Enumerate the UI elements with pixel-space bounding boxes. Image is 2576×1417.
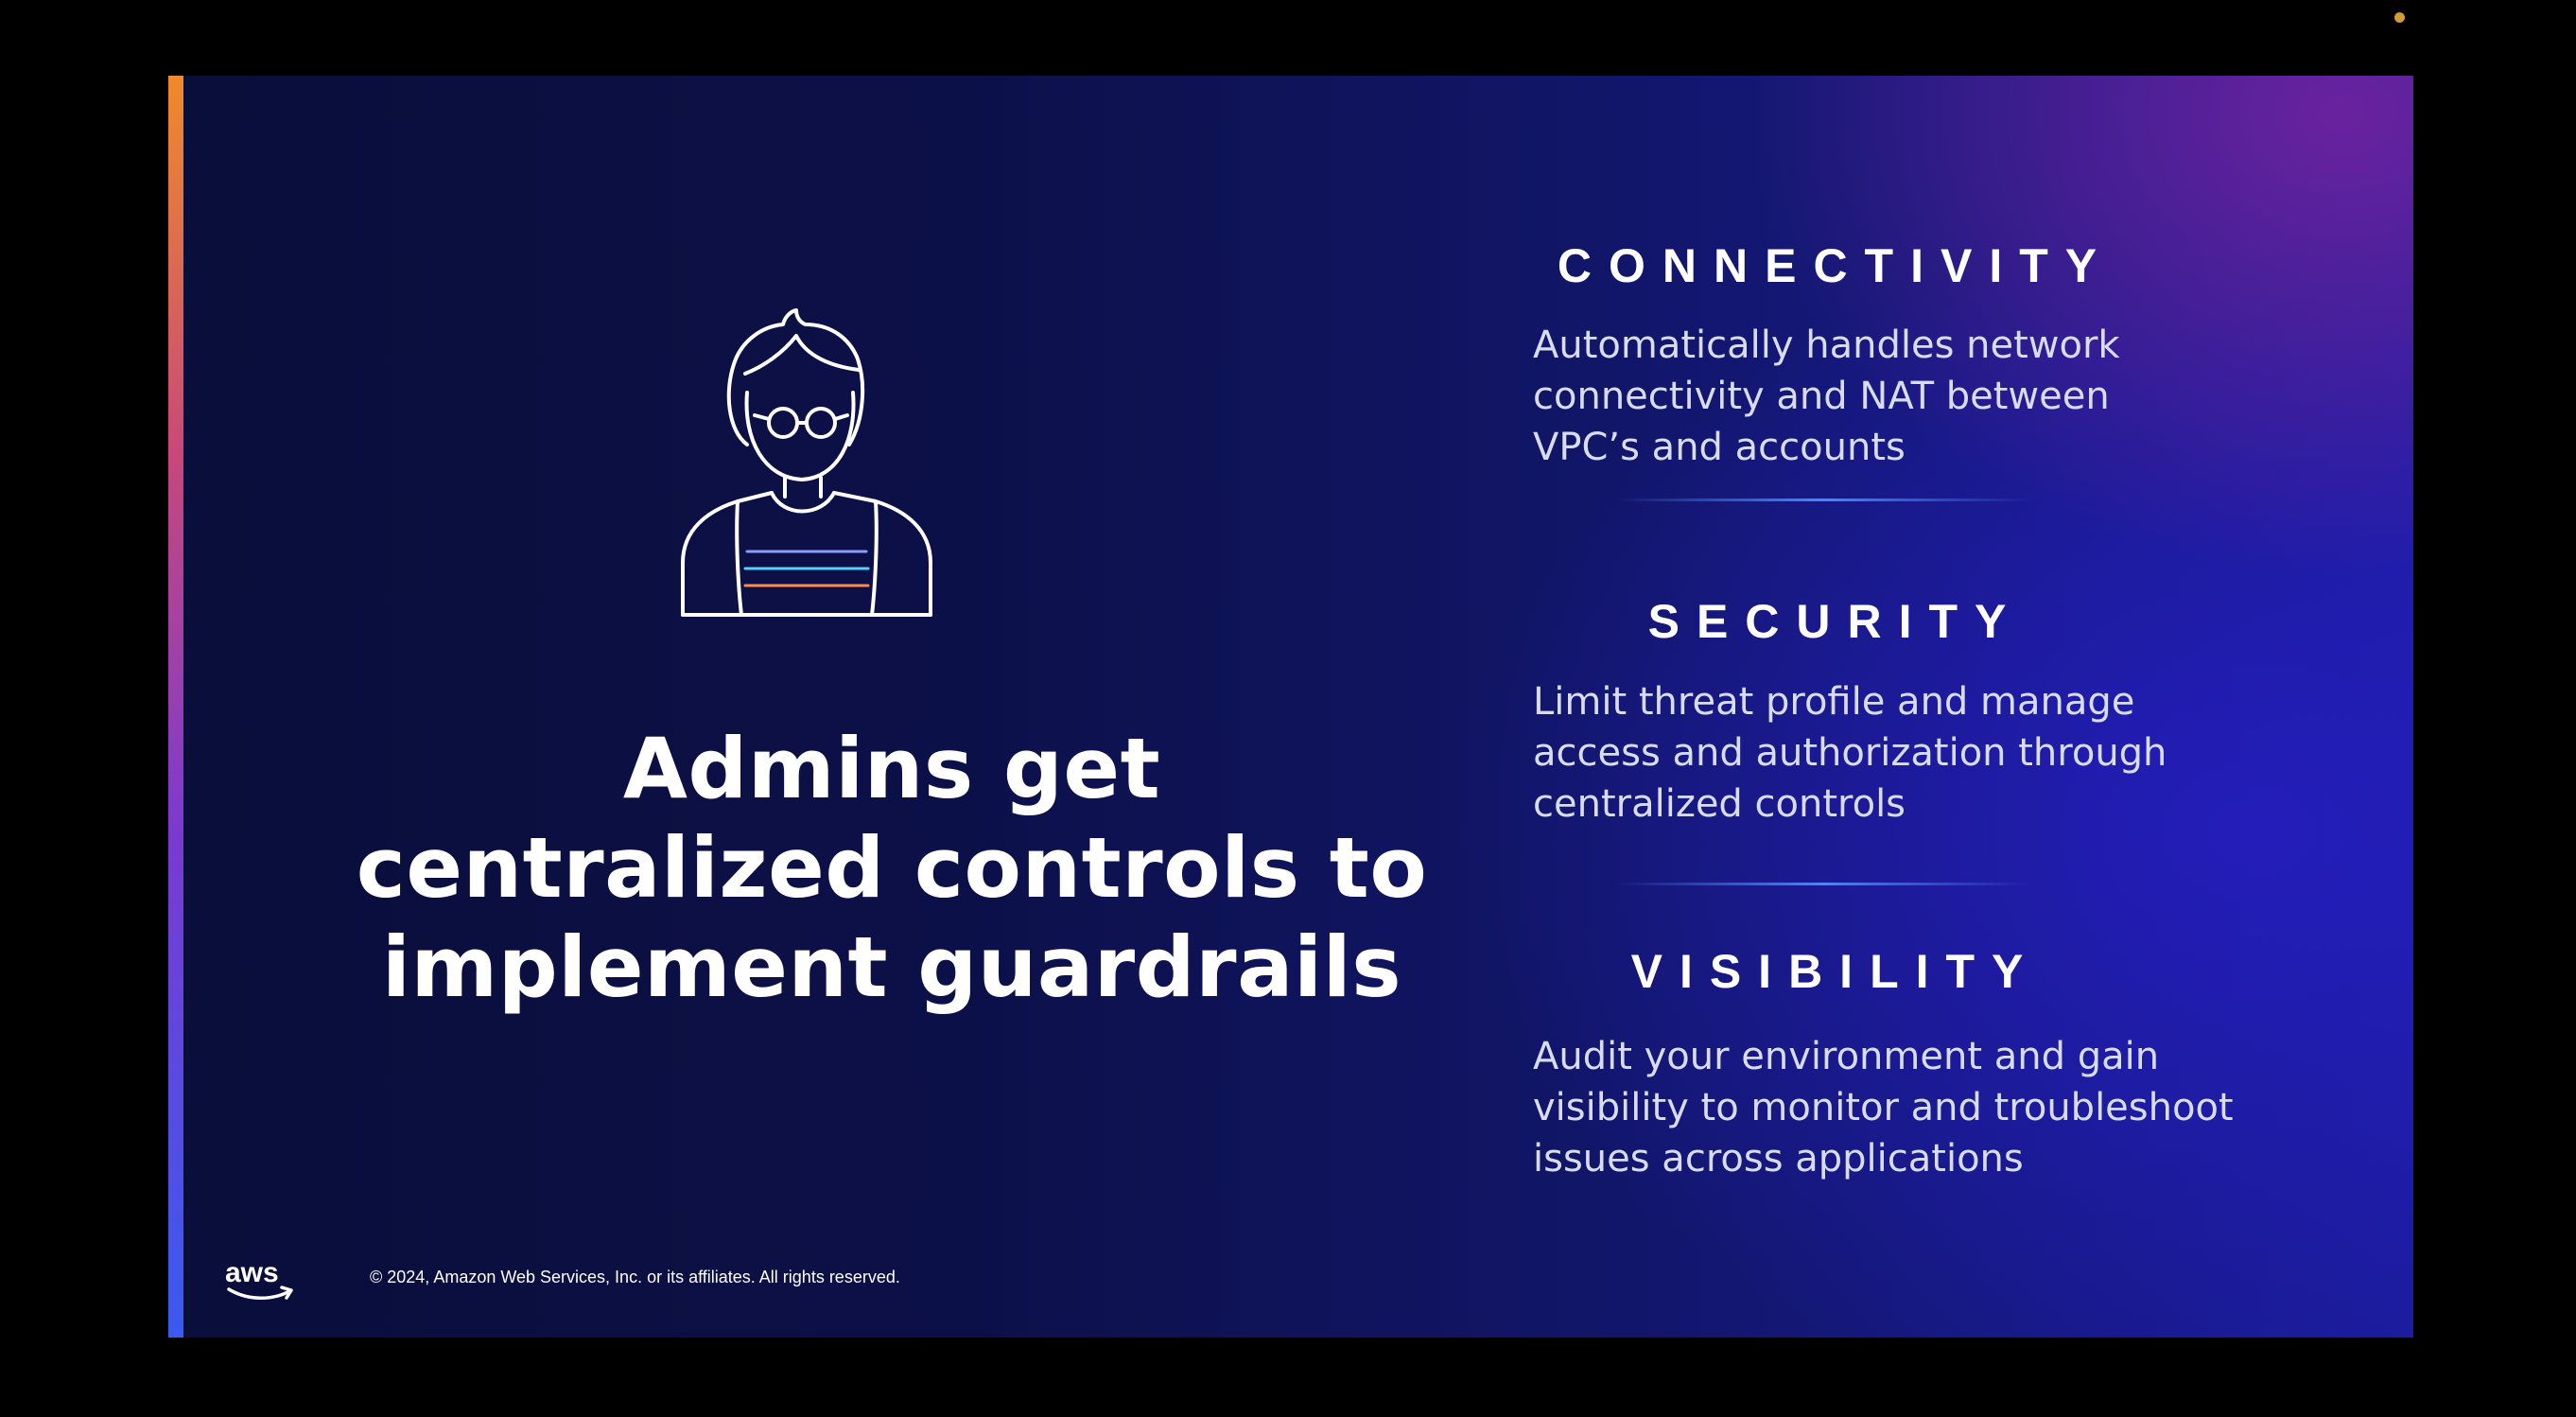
visibility-description: Audit your environment and gain visibili…: [1533, 1031, 2327, 1184]
svg-text:aws: aws: [225, 1257, 279, 1288]
connectivity-line-1: Automatically handles network: [1533, 324, 2120, 367]
connectivity-divider: [1615, 499, 2031, 501]
visibility-line-1: Audit your environment and gain: [1533, 1035, 2160, 1078]
connectivity-heading: CONNECTIVITY: [1557, 239, 2115, 292]
slide-headline: Admins get centralized controls to imple…: [282, 719, 1502, 1017]
slide-accent-bar: [168, 76, 183, 1338]
headline-line-1: Admins get: [622, 720, 1161, 817]
aws-logo-icon: aws: [225, 1257, 293, 1300]
security-line-1: Limit threat profile and manage: [1533, 680, 2135, 724]
visibility-line-2: visibility to monitor and troubleshoot: [1533, 1086, 2234, 1129]
visibility-heading: VISIBILITY: [1630, 945, 2041, 998]
security-description: Limit threat profile and manage access a…: [1533, 676, 2327, 830]
security-line-2: access and authorization through: [1533, 731, 2167, 775]
headline-line-2: centralized controls to: [356, 819, 1428, 917]
screen: Admins get centralized controls to imple…: [0, 0, 2576, 1417]
security-line-3: centralized controls: [1533, 782, 1906, 826]
person-with-glasses-icon: [681, 308, 932, 617]
connectivity-line-2: connectivity and NAT between: [1533, 375, 2110, 418]
connectivity-line-3: VPC’s and accounts: [1533, 426, 1906, 469]
presentation-slide: Admins get centralized controls to imple…: [168, 76, 2413, 1338]
security-divider: [1615, 883, 2031, 885]
status-indicator: [2394, 12, 2405, 23]
headline-line-3: implement guardrails: [381, 918, 1402, 1016]
copyright-text: © 2024, Amazon Web Services, Inc. or its…: [370, 1268, 900, 1286]
security-heading: SECURITY: [1647, 595, 2024, 648]
connectivity-description: Automatically handles network connectivi…: [1533, 320, 2327, 473]
visibility-line-3: issues across applications: [1533, 1137, 2024, 1181]
